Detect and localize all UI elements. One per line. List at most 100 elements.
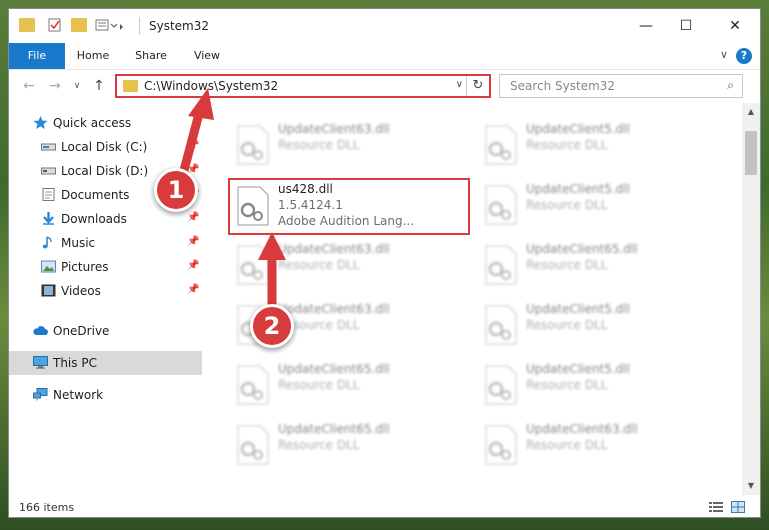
folder-icon[interactable] [19, 18, 35, 32]
file-name: UpdateClient63.dll [278, 302, 390, 316]
drive-icon [41, 167, 56, 175]
pin-icon[interactable]: 📌 [187, 260, 199, 271]
sidebar-item-quick-access[interactable]: Quick access [9, 111, 202, 135]
tab-view[interactable]: View [187, 43, 227, 69]
scroll-thumb[interactable] [745, 131, 757, 175]
forward-button[interactable]: → [45, 76, 65, 96]
file-item[interactable]: UpdateClient63.dll Resource DLL [228, 239, 468, 291]
sidebar-item-this-pc[interactable]: This PC [9, 351, 202, 375]
new-folder-icon[interactable] [71, 18, 87, 32]
file-item[interactable]: UpdateClient63.dll Resource DLL [476, 419, 716, 471]
window-title: System32 [149, 19, 210, 33]
properties-icon[interactable] [47, 18, 63, 32]
download-icon [43, 212, 54, 225]
recent-locations-button[interactable]: ∨ [67, 76, 87, 96]
drive-icon [41, 143, 56, 151]
cloud-icon [33, 326, 48, 335]
file-item[interactable]: UpdateClient65.dll Resource DLL [228, 359, 468, 411]
dll-file-icon [485, 425, 517, 465]
file-type: Resource DLL [526, 198, 608, 212]
refresh-button[interactable]: ↻ [466, 76, 489, 96]
back-button[interactable]: ← [19, 76, 39, 96]
file-name: UpdateClient5.dll [526, 122, 630, 136]
sidebar-item-label: Videos [61, 284, 101, 298]
file-name: UpdateClient5.dll [526, 182, 630, 196]
sidebar-item-label: Quick access [53, 116, 132, 130]
file-item[interactable]: UpdateClient5.dll Resource DLL [476, 359, 716, 411]
file-item[interactable]: UpdateClient5.dll Resource DLL [476, 119, 716, 171]
file-type: Resource DLL [278, 438, 360, 452]
pin-icon[interactable]: 📌 [187, 140, 199, 151]
customize-toolbar-icon[interactable] [95, 18, 123, 32]
search-placeholder: Search System32 [510, 79, 616, 93]
search-icon[interactable]: ⌕ [727, 78, 734, 93]
dll-file-icon [237, 125, 269, 165]
file-item[interactable]: UpdateClient65.dll Resource DLL [228, 419, 468, 471]
computer-icon [33, 356, 48, 369]
sidebar-item-label: Downloads [61, 212, 127, 226]
file-item[interactable]: UpdateClient65.dll Resource DLL [476, 239, 716, 291]
file-type: Resource DLL [278, 258, 360, 272]
details-view-icon[interactable] [709, 501, 723, 513]
ribbon: File Home Share View ∨ ? [9, 43, 760, 70]
file-type: Resource DLL [278, 378, 360, 392]
documents-icon [42, 188, 55, 201]
scroll-up-icon[interactable]: ▲ [742, 103, 760, 121]
sidebar-item-label: OneDrive [53, 324, 110, 338]
sidebar-item-label: Documents [61, 188, 130, 202]
file-name: UpdateClient65.dll [526, 242, 638, 256]
file-description: Adobe Audition Lang... [278, 214, 415, 228]
close-button[interactable]: ✕ [712, 9, 758, 43]
address-path[interactable]: C:\Windows\System32 [144, 79, 278, 93]
vertical-scrollbar[interactable]: ▲ ▼ [742, 103, 760, 495]
file-item[interactable]: UpdateClient5.dll Resource DLL [476, 179, 716, 231]
navigation-pane: Quick access Local Disk (C:) 📌 Local Dis… [9, 103, 202, 495]
sidebar-item-local-disk-c[interactable]: Local Disk (C:) 📌 [9, 135, 202, 159]
sidebar-item-label: This PC [53, 356, 97, 370]
dll-file-icon [485, 125, 517, 165]
up-button[interactable]: ↑ [89, 76, 109, 96]
pin-icon[interactable]: 📌 [187, 284, 199, 295]
address-dropdown-icon[interactable]: ∨ [456, 79, 463, 90]
folder-icon [123, 80, 138, 92]
search-input[interactable]: Search System32 ⌕ [499, 74, 743, 98]
sidebar-item-videos[interactable]: Videos 📌 [9, 279, 202, 303]
dll-file-icon [485, 245, 517, 285]
file-name: UpdateClient63.dll [278, 242, 390, 256]
pin-icon[interactable]: 📌 [187, 236, 199, 247]
file-type: Resource DLL [526, 318, 608, 332]
music-icon [42, 236, 52, 249]
sidebar-item-label: Music [61, 236, 96, 250]
help-icon[interactable]: ? [736, 48, 752, 64]
dll-file-icon [237, 186, 269, 226]
file-list: UpdateClient63.dll Resource DLL UpdateCl… [202, 103, 742, 495]
sidebar-item-label: Local Disk (D:) [61, 164, 149, 178]
scroll-down-icon[interactable]: ▼ [742, 477, 760, 495]
star-icon [33, 116, 48, 129]
dll-file-icon [237, 365, 269, 405]
file-item[interactable]: UpdateClient63.dll Resource DLL [228, 119, 468, 171]
ribbon-collapse-icon[interactable]: ∨ [720, 48, 728, 61]
address-bar[interactable]: C:\Windows\System32 ∨ ↻ [115, 74, 491, 98]
sidebar-item-label: Pictures [61, 260, 109, 274]
sidebar-item-pictures[interactable]: Pictures 📌 [9, 255, 202, 279]
file-name: UpdateClient65.dll [278, 422, 390, 436]
file-name: UpdateClient5.dll [526, 362, 630, 376]
sidebar-item-onedrive[interactable]: OneDrive [9, 319, 202, 343]
large-icons-view-icon[interactable] [731, 501, 745, 513]
file-type: Resource DLL [278, 138, 360, 152]
file-name: UpdateClient65.dll [278, 362, 390, 376]
file-item[interactable]: UpdateClient5.dll Resource DLL [476, 299, 716, 351]
maximize-button[interactable]: ☐ [663, 9, 709, 43]
dll-file-icon [485, 365, 517, 405]
file-type: Resource DLL [526, 138, 608, 152]
tab-file[interactable]: File [9, 43, 65, 69]
sidebar-item-network[interactable]: Network [9, 383, 202, 407]
pin-icon[interactable]: 📌 [187, 212, 199, 223]
sidebar-item-music[interactable]: Music 📌 [9, 231, 202, 255]
target-file-item[interactable]: us428.dll 1.5.4124.1 Adobe Audition Lang… [228, 178, 470, 235]
tab-share[interactable]: Share [129, 43, 173, 69]
sidebar-item-label: Network [53, 388, 104, 402]
tab-home[interactable]: Home [71, 43, 115, 69]
pictures-icon [41, 260, 56, 273]
